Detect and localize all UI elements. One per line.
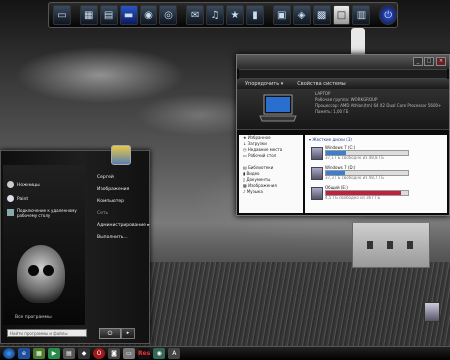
system-properties-button[interactable]: Свойства системы	[297, 81, 345, 87]
drive-free: 4,5 ГБ свободно из 367 ГБ	[325, 195, 381, 200]
menu-administration[interactable]: Администрирование ▸	[97, 223, 150, 228]
nav-item-music[interactable]: ♪ Музыка	[239, 189, 303, 195]
network-icon[interactable]: ◎	[159, 5, 178, 25]
app-icon[interactable]: ◆	[78, 348, 90, 359]
search-input[interactable]: Найти программы и файлы	[7, 329, 87, 337]
skull-eye	[43, 265, 54, 276]
video-icon[interactable]: ▮	[246, 5, 264, 25]
house-window	[407, 241, 413, 249]
media-icon[interactable]: ▶	[48, 348, 60, 359]
start-menu-places: Сергей Изображения Компьютер Сеть Админи…	[89, 165, 150, 325]
drive-c[interactable]: Windows 7 (C:) 37,1 ГБ свободно из 48,8 …	[311, 145, 439, 161]
wallpaper-house	[347, 207, 435, 268]
taskbar: e ▦ ▶ ▤ ◆ O ◙ ▭ Res ◉ A	[0, 346, 450, 360]
explorer-toolbar: Упорядочить ▾ Свойства системы	[237, 79, 449, 89]
laptop-icon	[259, 94, 297, 122]
image-icon[interactable]: ▩	[312, 5, 331, 25]
program-remote-desktop[interactable]: Подключение к удаленному рабочему столу	[17, 208, 79, 218]
drive-d[interactable]: Windows 7 (D:) 37,3 ГБ свободно из 48,7 …	[311, 165, 439, 181]
address-bar[interactable]	[239, 69, 447, 79]
shutdown-options-button[interactable]: ▸	[121, 328, 135, 339]
organize-button[interactable]: Упорядочить ▾	[245, 81, 283, 87]
program-snipping-tool[interactable]: Ножницы	[17, 183, 40, 188]
menu-computer[interactable]: Компьютер	[97, 199, 124, 204]
menu-user[interactable]: Сергей	[97, 175, 114, 180]
menu-run[interactable]: Выполнить...	[97, 235, 128, 240]
program-paint[interactable]: Paint	[17, 197, 28, 202]
music-icon[interactable]: ♫	[206, 5, 225, 25]
remote-desktop-icon	[7, 209, 14, 216]
scissors-icon	[7, 181, 14, 188]
text-icon[interactable]: A	[168, 348, 181, 359]
drive-e[interactable]: Общий (E:) 4,5 ГБ свободно из 367 ГБ	[311, 185, 439, 201]
start-orb-icon[interactable]	[3, 348, 15, 359]
drive-free: 37,1 ГБ свободно из 48,8 ГБ	[325, 155, 385, 160]
power-icon[interactable]: ⏻	[99, 328, 121, 339]
maximize-button[interactable]: □	[424, 57, 434, 66]
house-window	[387, 241, 393, 249]
explorer-icon[interactable]: ▤	[63, 348, 75, 359]
drive-free: 37,3 ГБ свободно из 48,7 ГБ	[325, 175, 385, 180]
navigation-pane: ★ Избранное ↓ Загрузки ◷ Недавние места …	[239, 135, 303, 213]
folder-icon[interactable]: ▤	[99, 5, 118, 25]
wallpaper-lighthouse	[351, 28, 365, 54]
computer-icon[interactable]: ▭	[53, 5, 71, 25]
start-menu-programs: Ножницы Paint Подключение к удаленному р…	[3, 165, 85, 325]
explorer-window: _ □ × Упорядочить ▾ Свойства системы LAP…	[236, 54, 450, 216]
game-icon[interactable]: ◈	[292, 5, 311, 25]
utility-icon[interactable]: ◉	[153, 348, 166, 359]
star-icon[interactable]: ★	[226, 5, 244, 25]
section-title: ▾ Жесткие диски (3)	[309, 137, 352, 142]
control-icon[interactable]: ✉	[186, 5, 205, 25]
all-programs[interactable]: Все программы	[15, 315, 52, 320]
monitor-icon[interactable]: ▬	[119, 5, 138, 25]
globe-icon[interactable]: ◉	[139, 5, 158, 25]
opera-icon[interactable]: O	[93, 348, 105, 359]
paint-icon	[7, 195, 14, 202]
hard-drive-icon	[311, 187, 323, 200]
hard-drive-icon	[311, 147, 323, 160]
archive-icon[interactable]: ▥	[352, 5, 371, 25]
user-picture[interactable]	[111, 145, 131, 165]
computer-info-line: Память: 1,00 ГБ	[315, 109, 349, 114]
folder-icon[interactable]: ▭	[123, 348, 135, 359]
house-window	[367, 241, 373, 249]
computer-details: LAPTOP Рабочая группа: WORKGROUP Процесс…	[237, 89, 449, 130]
gadget-icon[interactable]: ▦	[79, 5, 98, 25]
recycle-bin-icon[interactable]	[424, 302, 440, 322]
start-menu: Ножницы Paint Подключение к удаленному р…	[0, 145, 150, 344]
note-icon[interactable]: □	[332, 5, 351, 25]
menu-network[interactable]: Сеть	[97, 211, 108, 216]
res-icon[interactable]: Res	[138, 348, 151, 359]
minimize-button[interactable]: _	[413, 57, 423, 66]
window-icon[interactable]: ▣	[272, 5, 291, 25]
ie-icon[interactable]: e	[18, 348, 30, 359]
calendar-icon[interactable]: ▦	[33, 348, 45, 359]
explorer-titlebar[interactable]: _ □ ×	[237, 55, 449, 69]
hard-drive-icon	[311, 167, 323, 180]
skull-eye	[28, 265, 39, 276]
top-dock: ▭ ▦ ▤ ▬ ◉ ◎ ✉ ♫ ★ ▮ ▣ ◈ ▩ □ ▥ ⏻	[48, 2, 398, 28]
camera-icon[interactable]: ◙	[108, 348, 120, 359]
power-icon[interactable]: ⏻	[379, 5, 398, 25]
computer-info: LAPTOP Рабочая группа: WORKGROUP Процесс…	[315, 91, 441, 115]
close-button[interactable]: ×	[436, 57, 446, 66]
drives-pane: ▾ Жесткие диски (3) Windows 7 (C:) 37,1 …	[305, 135, 447, 213]
menu-pictures[interactable]: Изображения	[97, 187, 129, 192]
skull-image	[17, 245, 65, 303]
